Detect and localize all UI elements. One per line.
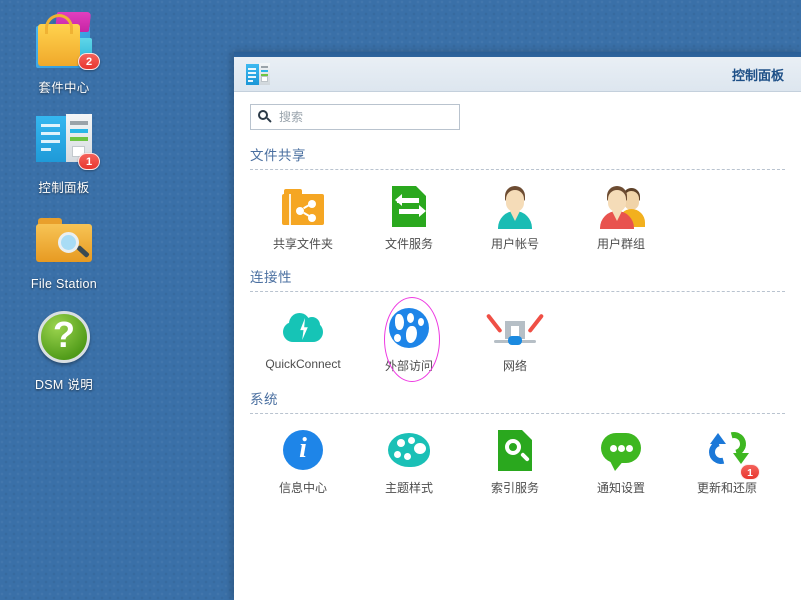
tile-label: 通知设置	[596, 481, 645, 495]
tile-index-service[interactable]: 索引服务	[462, 426, 568, 496]
theme-style-icon	[385, 426, 433, 474]
help-question-icon: ?	[32, 305, 96, 369]
tile-label: 信息中心	[278, 481, 327, 495]
section-title: 连接性	[250, 270, 292, 285]
tile-network[interactable]: 网络	[462, 304, 568, 374]
tile-external-access[interactable]: 外部访问	[356, 297, 462, 382]
tile-label: 用户帐号	[490, 237, 539, 251]
tile-label: 网络	[502, 359, 527, 373]
tile-label: 外部访问	[384, 359, 433, 373]
tile-label: 文件服务	[384, 237, 433, 251]
desktop-icon-package-center[interactable]: 2 套件中心	[0, 8, 128, 96]
control-panel-icon	[245, 61, 271, 87]
section-tiles: QuickConnect 外部访问 网络	[250, 292, 785, 382]
window-title: 控制面板	[731, 68, 784, 83]
tile-label: QuickConnect	[265, 357, 341, 371]
desktop-icon-label: DSM 说明	[34, 378, 94, 392]
section-system: 系统 i 信息中心 主题样式 索引服务 通知设置 1 更新和还原	[250, 388, 785, 496]
tile-file-service[interactable]: 文件服务	[356, 182, 462, 252]
info-center-icon: i	[279, 426, 327, 474]
window-titlebar[interactable]: 控制面板	[234, 57, 801, 92]
control-panel-window: 控制面板 文件共享 共享文件夹	[234, 52, 801, 600]
tile-user-account[interactable]: 用户帐号	[462, 182, 568, 252]
desktop-icon-dsm-help[interactable]: ? DSM 说明	[0, 305, 128, 393]
user-group-icon	[597, 182, 645, 230]
tile-notification[interactable]: 通知设置	[568, 426, 674, 496]
section-tiles: i 信息中心 主题样式 索引服务 通知设置 1 更新和还原	[250, 414, 785, 496]
tile-theme-style[interactable]: 主题样式	[356, 426, 462, 496]
user-account-icon	[491, 182, 539, 230]
section-connectivity: 连接性 QuickConnect 外部访问 网络	[250, 266, 785, 382]
shared-folder-icon	[279, 182, 327, 230]
desktop-icon-label: File Station	[30, 277, 98, 291]
section-title: 系统	[250, 392, 278, 407]
search-box[interactable]	[250, 104, 460, 130]
index-service-icon	[491, 426, 539, 474]
quickconnect-icon	[279, 304, 327, 352]
section-title: 文件共享	[250, 148, 306, 163]
desktop-icon-label: 套件中心	[38, 81, 90, 95]
package-center-icon: 2	[32, 8, 100, 72]
tile-label: 主题样式	[384, 481, 433, 495]
tile-update-restore[interactable]: 1 更新和还原	[674, 426, 780, 496]
desktop: 2 套件中心 1 控制面板 File Station ? DSM 说明	[0, 0, 234, 600]
section-tiles: 共享文件夹 文件服务 用户帐号 用户群组	[250, 170, 785, 252]
desktop-icon-label: 控制面板	[38, 181, 90, 195]
control-panel-icon: 1	[32, 108, 100, 172]
badge-count: 1	[740, 464, 760, 480]
section-file-sharing: 文件共享 共享文件夹 文件服务 用户帐号 用户群组	[250, 144, 785, 252]
search-input[interactable]	[279, 106, 459, 128]
external-access-icon	[385, 304, 433, 352]
file-service-icon	[385, 182, 433, 230]
search-icon	[258, 110, 272, 124]
tile-quickconnect[interactable]: QuickConnect	[250, 304, 356, 374]
file-station-icon	[32, 208, 96, 272]
tile-label: 更新和还原	[696, 481, 757, 495]
badge-count: 1	[78, 153, 100, 170]
tile-user-group[interactable]: 用户群组	[568, 182, 674, 252]
network-icon	[485, 304, 545, 352]
tile-info-center[interactable]: i 信息中心	[250, 426, 356, 496]
desktop-icon-control-panel[interactable]: 1 控制面板	[0, 108, 128, 196]
control-panel-body: 文件共享 共享文件夹 文件服务	[234, 92, 801, 496]
tile-label: 索引服务	[490, 481, 539, 495]
tile-shared-folder[interactable]: 共享文件夹	[250, 182, 356, 252]
notification-icon	[597, 426, 645, 474]
tile-label: 用户群组	[596, 237, 645, 251]
badge-count: 2	[78, 53, 100, 70]
desktop-icon-file-station[interactable]: File Station	[0, 208, 128, 291]
tile-label: 共享文件夹	[272, 237, 333, 251]
